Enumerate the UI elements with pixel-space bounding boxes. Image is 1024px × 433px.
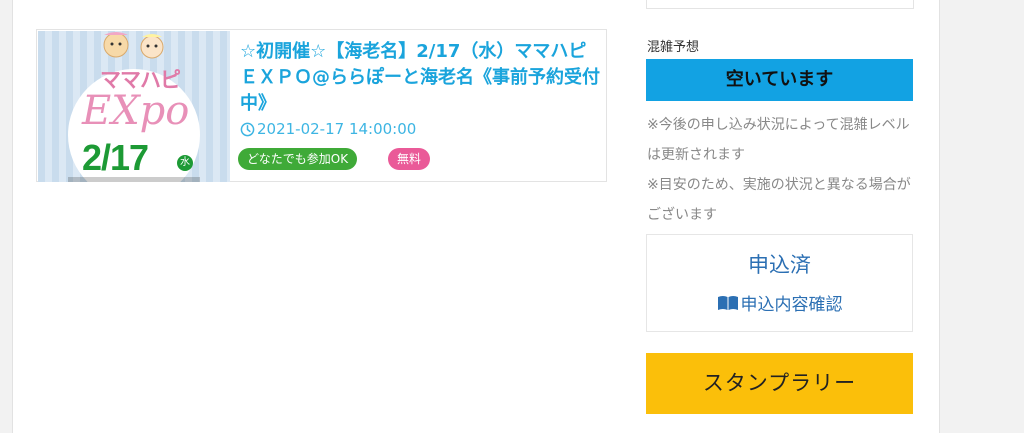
- applied-status: 申込済: [748, 253, 811, 277]
- tag-free: 無料: [388, 148, 431, 170]
- congestion-status-badge: 空いています: [646, 59, 913, 101]
- congestion-note-update: ※今後の申し込み状況によって混雑レベル は更新されます: [647, 117, 910, 163]
- event-datetime-text: 2021-02-17 14:00:00: [257, 120, 417, 138]
- thumbnail-weekday: 水: [177, 155, 193, 171]
- application-box: 申込済 申込内容確認: [646, 234, 913, 332]
- book-icon: [717, 295, 738, 310]
- thumbnail-expo: EXpo: [82, 88, 190, 134]
- clock-icon: [240, 122, 255, 136]
- congestion-label: 混雑予想: [647, 40, 700, 55]
- mascot-characters-image: [103, 32, 164, 59]
- event-title-link[interactable]: ☆初開催☆【海老名】2/17（水）ママハピＥＸＰＯ@ららぽーと海老名《事前予約受…: [240, 39, 600, 117]
- event-datetime: 2021-02-17 14:00:00: [240, 119, 416, 139]
- tag-anyone-ok: どなたでも参加OK: [238, 148, 358, 170]
- sidebar-top-box: [646, 0, 914, 9]
- congestion-note-estimate: ※目安のため、実施の状況と異なる場合がございます: [647, 177, 911, 223]
- thumbnail-bottom-text: [68, 177, 200, 182]
- application-details-label[interactable]: 申込内容確認: [741, 290, 843, 315]
- event-thumbnail[interactable]: ママハピ EXpo 2/17 水: [38, 31, 230, 182]
- stamp-rally-button[interactable]: スタンプラリー: [646, 353, 913, 414]
- application-details-link[interactable]: 申込内容確認: [647, 290, 912, 315]
